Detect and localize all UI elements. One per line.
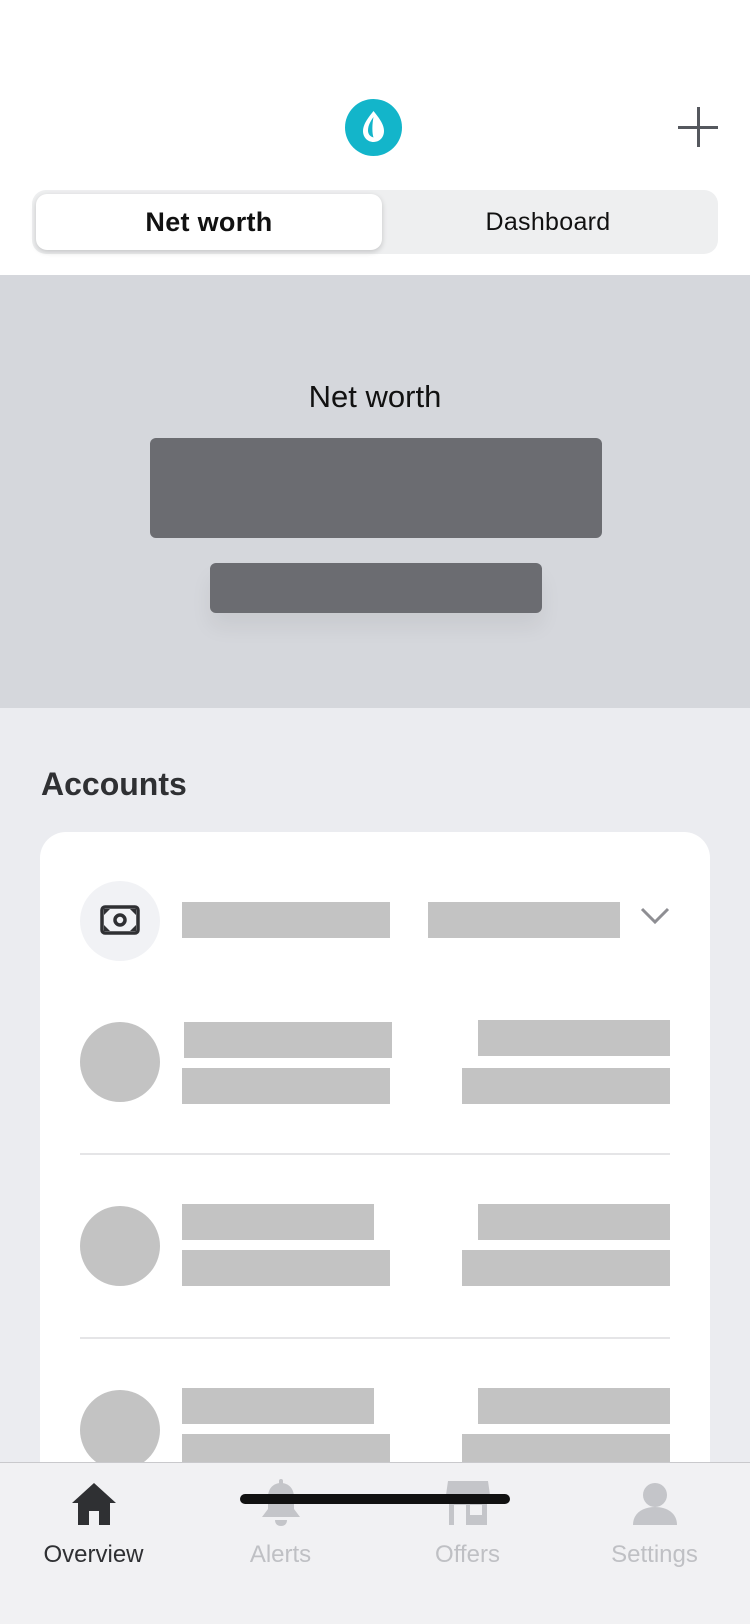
tab-label: Offers <box>435 1541 500 1568</box>
tab-overview[interactable]: Overview <box>0 1477 187 1577</box>
account-name-placeholder <box>182 1204 374 1240</box>
segment-net-worth[interactable]: Net worth <box>36 194 382 250</box>
account-avatar <box>80 1022 160 1102</box>
account-avatar <box>80 1206 160 1286</box>
segment-dashboard[interactable]: Dashboard <box>382 194 714 250</box>
tab-settings[interactable]: Settings <box>561 1477 748 1577</box>
view-segmented-control: Net worth Dashboard <box>32 190 718 254</box>
account-group-total-placeholder <box>428 902 620 938</box>
account-name-placeholder <box>182 1388 374 1424</box>
cash-icon <box>80 881 160 961</box>
account-group-name-placeholder <box>182 902 390 938</box>
chevron-down-icon[interactable] <box>640 907 670 925</box>
net-worth-change-placeholder <box>210 563 542 613</box>
account-balance-placeholder <box>478 1020 670 1056</box>
tab-label: Alerts <box>249 1541 312 1568</box>
account-avatar <box>80 1390 160 1470</box>
account-status-placeholder <box>462 1068 670 1104</box>
tab-alerts[interactable]: Alerts <box>187 1477 374 1577</box>
row-divider <box>80 1337 670 1339</box>
tab-bar: Overview Alerts Offers Settings <box>0 1462 750 1624</box>
net-worth-value-placeholder <box>150 438 602 538</box>
add-button[interactable] <box>676 105 720 149</box>
home-icon <box>72 1483 116 1525</box>
user-icon <box>633 1483 677 1525</box>
tab-offers[interactable]: Offers <box>374 1477 561 1577</box>
mint-leaf-icon <box>345 99 402 156</box>
net-worth-panel: Net worth <box>0 275 750 708</box>
account-subtitle-placeholder <box>182 1250 390 1286</box>
header: Net worth Dashboard <box>0 0 750 275</box>
accounts-title: Accounts <box>41 766 187 802</box>
accounts-card <box>40 832 710 1532</box>
net-worth-title: Net worth <box>308 379 442 414</box>
tab-label: Overview <box>43 1541 144 1568</box>
account-balance-placeholder <box>478 1204 670 1240</box>
account-balance-placeholder <box>478 1388 670 1424</box>
account-status-placeholder <box>462 1250 670 1286</box>
account-name-placeholder <box>184 1022 392 1058</box>
account-subtitle-placeholder <box>182 1068 390 1104</box>
tab-label: Settings <box>611 1541 698 1568</box>
row-divider <box>80 1153 670 1155</box>
accounts-section: Accounts <box>0 708 750 1532</box>
home-indicator <box>240 1494 510 1504</box>
